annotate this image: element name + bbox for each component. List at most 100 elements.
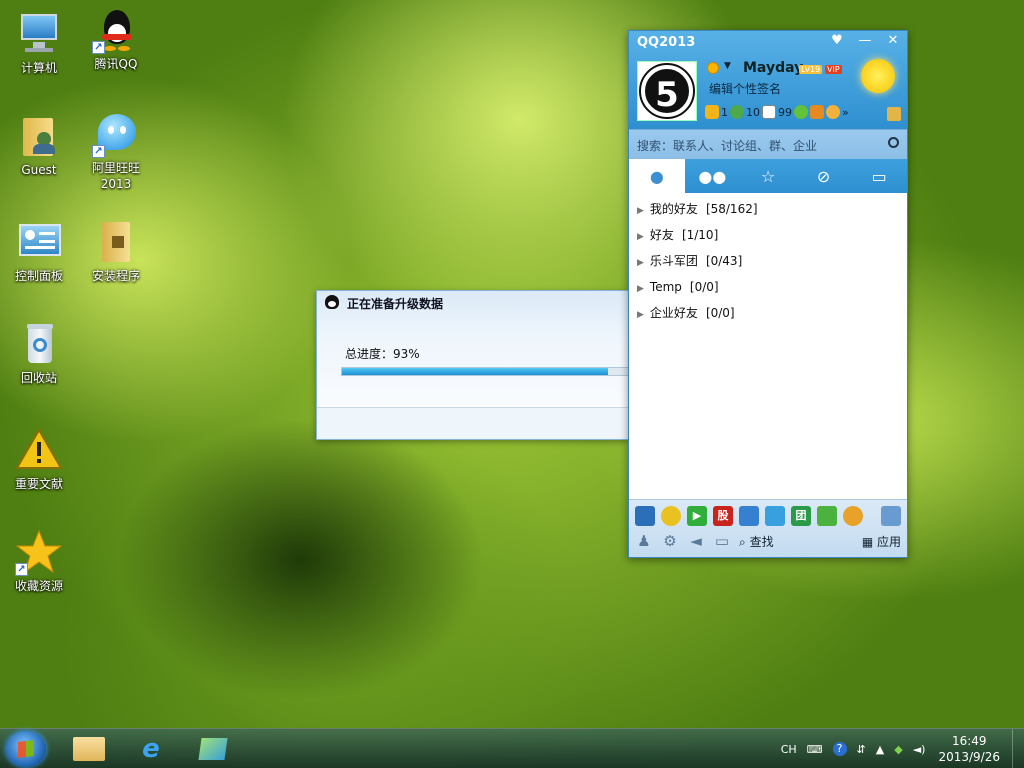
desktop-icon-favorites[interactable]: ↗ 收藏资源	[1, 528, 77, 594]
desktop-icon-qq[interactable]: ↗ 腾讯QQ	[78, 6, 154, 72]
stock-icon[interactable]: 股	[713, 506, 733, 526]
tab-favorites[interactable]: ☆	[740, 159, 796, 193]
upgrade-dialog: 正在准备升级数据 总进度：93%	[316, 290, 629, 440]
desktop-icon-guest[interactable]: Guest	[1, 112, 77, 178]
chat-bubble-icon: ▭	[871, 166, 887, 186]
play-icon[interactable]: ▶	[687, 506, 707, 526]
security-shield-icon[interactable]: ◆	[894, 743, 902, 756]
start-button[interactable]	[6, 731, 46, 767]
group-count: [1/10]	[681, 228, 719, 242]
show-hidden-icons[interactable]: ▲	[876, 743, 884, 756]
system-tray: CH ⌨ ? ⇵ ▲ ◆ ◄) 16:49 2013/9/26	[776, 729, 1024, 768]
online-status-icon[interactable]	[707, 62, 719, 74]
tab-recent[interactable]: ▭	[851, 159, 907, 193]
close-icon: ✕	[887, 33, 899, 48]
contact-group[interactable]: ▶ Temp [0/0]	[629, 274, 907, 300]
tab-groups[interactable]: ●●	[685, 159, 741, 193]
more-icon[interactable]: »	[842, 106, 849, 119]
clock-date: 2013/9/26	[938, 750, 1000, 764]
qzone-icon[interactable]	[730, 105, 744, 119]
computer-icon	[15, 10, 63, 58]
pet-icon[interactable]	[826, 105, 840, 119]
cart-icon[interactable]	[810, 105, 824, 119]
folder-icon[interactable]: ▭	[713, 532, 731, 550]
qq-footer: ▶ 股 团 ♟ ⚙ ◄ ▭ ⌕ 查找 ▦ 应用	[629, 499, 907, 557]
help-icon[interactable]: ?	[832, 742, 847, 756]
group-name: 我的好友	[649, 202, 698, 216]
volume-icon[interactable]: ◄)	[913, 743, 926, 756]
network-icon[interactable]: ⇵	[857, 743, 866, 756]
star-icon[interactable]	[705, 105, 719, 119]
desktop-icon-control-panel[interactable]: 控制面板	[1, 218, 77, 284]
clover-icon[interactable]	[794, 105, 808, 119]
desktop-icon-label: 重要文献	[14, 477, 63, 491]
pet-icon[interactable]	[843, 506, 863, 526]
gear-icon[interactable]: ⚙	[661, 532, 679, 550]
desktop-icon-recycle-bin[interactable]: 回收站	[1, 320, 77, 386]
app-grid-icon[interactable]	[881, 506, 901, 526]
mail-count: 99	[778, 105, 792, 119]
footer-toolbar: ♟ ⚙ ◄ ▭ ⌕ 查找 ▦ 应用	[629, 526, 907, 550]
signature-field[interactable]: 编辑个性签名	[709, 80, 781, 97]
apps-button[interactable]: ▦ 应用	[862, 533, 901, 550]
control-panel-icon	[15, 218, 63, 266]
desktop-icon-computer[interactable]: 计算机	[1, 10, 77, 76]
desktop-icon-aliwangwang[interactable]: ↗ 阿里旺旺2013	[78, 110, 154, 192]
level-badge[interactable]: LV19	[799, 65, 823, 74]
main-menu-icon[interactable]	[887, 107, 901, 121]
contact-group[interactable]: ▶ 好友 [1/10]	[629, 222, 907, 248]
upgrade-dialog-footer	[317, 407, 628, 439]
contact-group-list: ▶ 我的好友 [58/162] ▶ 好友 [1/10] ▶ 乐斗军团 [0/43] ▶ Tem…	[629, 193, 907, 329]
shield-icon[interactable]	[817, 506, 837, 526]
taskbar-app-button[interactable]	[188, 732, 238, 766]
chevron-down-icon[interactable]: ▼	[724, 61, 731, 71]
skin-button[interactable]: ♥	[823, 31, 851, 51]
upgrade-progress-label: 总进度：93%	[345, 347, 420, 361]
window-app-icon	[198, 738, 228, 760]
speaker-icon[interactable]: ◄	[687, 532, 705, 550]
tab-qzone[interactable]: ⊘	[796, 159, 852, 193]
qq-penguin-icon	[325, 295, 339, 309]
keyboard-icon[interactable]: ⌨	[807, 743, 823, 756]
desktop-icon-important-docs[interactable]: 重要文献	[1, 426, 77, 492]
music-icon[interactable]	[661, 506, 681, 526]
weather-sun-icon[interactable]	[861, 59, 895, 93]
search-icon[interactable]	[888, 137, 899, 148]
group-name: Temp	[649, 280, 682, 294]
tab-contacts[interactable]: ●	[629, 159, 685, 193]
shortcut-arrow-icon: ↗	[92, 145, 105, 158]
expand-arrow-icon: ▶	[637, 206, 644, 216]
close-button[interactable]: ✕	[879, 31, 907, 51]
aliwangwang-icon: ↗	[92, 110, 140, 158]
language-indicator[interactable]: CH	[781, 743, 797, 756]
vip-badge[interactable]: VIP	[825, 65, 842, 74]
desktop-icon-installer[interactable]: 安装程序	[78, 218, 154, 284]
contact-group[interactable]: ▶ 企业好友 [0/0]	[629, 300, 907, 326]
clock-time: 16:49	[951, 734, 987, 748]
expand-arrow-icon: ▶	[637, 258, 644, 268]
person-icon: ●	[649, 166, 664, 186]
folder-icon	[73, 737, 105, 761]
minimize-button[interactable]: —	[851, 31, 879, 51]
taskbar-ie-button[interactable]: e	[126, 732, 176, 766]
people-icon: ●●	[698, 166, 727, 186]
cloud-icon[interactable]	[765, 506, 785, 526]
star-count: 1	[721, 105, 728, 119]
qq-menu-icon[interactable]: ♟	[635, 532, 653, 550]
find-button[interactable]: ⌕ 查找	[739, 533, 774, 550]
group-buy-icon[interactable]: 团	[791, 506, 811, 526]
contact-group[interactable]: ▶ 我的好友 [58/162]	[629, 196, 907, 222]
mail-icon[interactable]	[762, 105, 776, 119]
taskbar-explorer-button[interactable]	[64, 732, 114, 766]
contact-group[interactable]: ▶ 乐斗军团 [0/43]	[629, 248, 907, 274]
avatar[interactable]: 5	[637, 61, 697, 121]
nickname: Mayday	[743, 60, 804, 76]
group-count: [0/43]	[705, 254, 743, 268]
clock[interactable]: 16:49 2013/9/26	[938, 733, 1000, 765]
find-label: 查找	[749, 534, 774, 549]
show-desktop-button[interactable]	[1012, 729, 1024, 768]
photo-icon[interactable]	[739, 506, 759, 526]
search-input[interactable]: 搜索：联系人、讨论组、群、企业	[629, 129, 907, 159]
qq-penguin-icon[interactable]	[635, 506, 655, 526]
desktop-icon-label: 控制面板	[14, 269, 63, 283]
